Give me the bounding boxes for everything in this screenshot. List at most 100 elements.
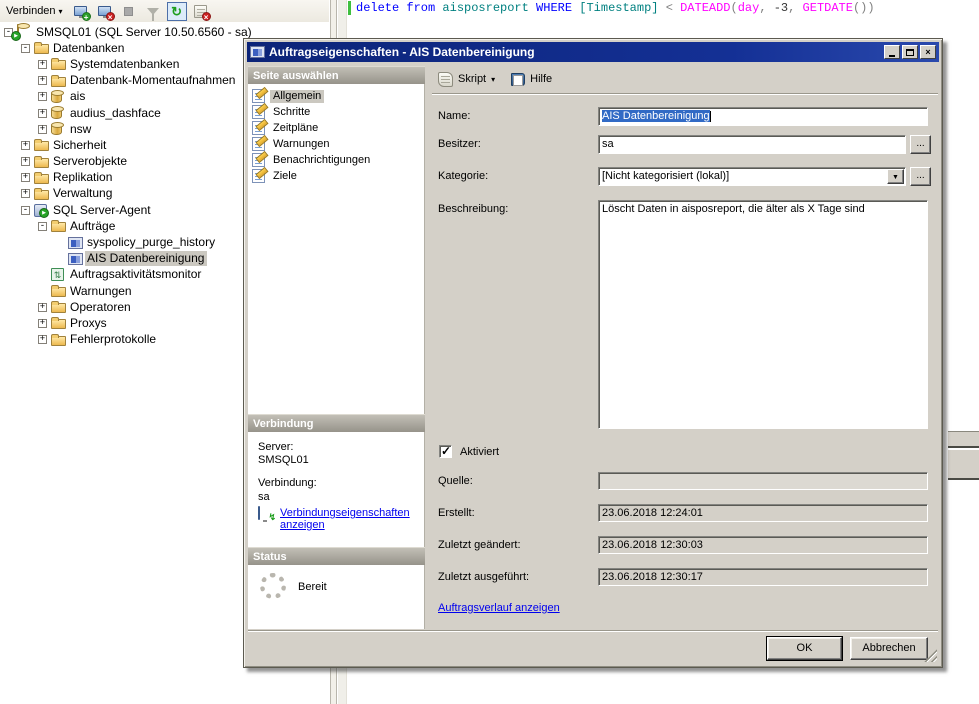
tree-item-label[interactable]: Auftragsaktivitätsmonitor <box>68 267 204 282</box>
chevron-down-icon[interactable]: ▼ <box>887 169 904 184</box>
tree-item-label[interactable]: Systemdatenbanken <box>68 57 182 72</box>
stop-button[interactable] <box>119 2 139 21</box>
help-book-icon <box>511 73 525 86</box>
minus-expander-icon[interactable]: - <box>21 44 30 53</box>
tree-item-label[interactable]: syspolicy_purge_history <box>85 235 218 250</box>
x-badge-icon: × <box>202 12 211 21</box>
tree-item-label[interactable]: Datenbank-Momentaufnahmen <box>68 73 238 88</box>
created-value: 23.06.2018 12:24:01 <box>602 507 703 519</box>
name-input[interactable]: AIS Datenbereinigung <box>598 107 928 126</box>
connect-button[interactable]: Verbinden ▾ <box>2 3 67 19</box>
text-caret <box>710 111 711 122</box>
sidebar-page-ziele[interactable]: Ziele <box>248 168 424 184</box>
plus-expander-icon[interactable]: + <box>21 141 30 150</box>
tree-item-label[interactable]: Datenbanken <box>51 41 127 56</box>
minus-expander-icon[interactable]: - <box>21 206 30 215</box>
tree-item-label[interactable]: SQL Server-Agent <box>51 203 154 218</box>
plus-expander-icon[interactable]: + <box>38 60 47 69</box>
folder-icon <box>34 42 51 54</box>
status-panel: Bereit <box>248 565 425 629</box>
tree-item-label[interactable]: Serverobjekte <box>51 154 130 169</box>
refresh-button[interactable]: ↻ <box>167 2 187 21</box>
plus-expander-icon[interactable]: + <box>38 76 47 85</box>
sidebar-page-zeitpläne[interactable]: Zeitpläne <box>248 120 424 136</box>
script-button[interactable]: Skript <box>458 73 486 85</box>
tree-item-label[interactable]: Replikation <box>51 170 115 185</box>
sql-token: -3 <box>774 1 788 15</box>
enabled-checkbox[interactable] <box>439 445 452 458</box>
disconnect-server-button[interactable]: × <box>95 2 115 21</box>
tree-item-label[interactable]: Fehlerprotokolle <box>68 332 159 347</box>
folder-icon <box>51 334 68 346</box>
sidebar-page-label[interactable]: Warnungen <box>270 138 332 151</box>
dialog-titlebar[interactable]: Auftragseigenschaften - AIS Datenbereini… <box>247 42 939 62</box>
owner-label: Besitzer: <box>438 138 481 150</box>
tree-item-label[interactable]: Aufträge <box>68 219 118 234</box>
plus-expander-icon[interactable]: + <box>21 157 30 166</box>
sidebar-page-label[interactable]: Zeitpläne <box>270 122 321 135</box>
owner-browse-button[interactable]: ... <box>910 135 931 154</box>
sidebar-page-warnungen[interactable]: Warnungen <box>248 136 424 152</box>
plus-expander-icon[interactable]: + <box>38 125 47 134</box>
job-history-link[interactable]: Auftragsverlauf anzeigen <box>438 602 560 614</box>
plus-expander-icon[interactable]: + <box>21 189 30 198</box>
sidebar-page-label[interactable]: Ziele <box>270 170 300 183</box>
tree-item-label[interactable]: nsw <box>68 122 94 137</box>
tree-item-label[interactable]: AIS Datenbereinigung <box>85 251 207 266</box>
tree-item-label[interactable]: Proxys <box>68 316 110 331</box>
page-icon <box>252 121 265 135</box>
sidebar-page-label[interactable]: Allgemein <box>270 90 324 103</box>
close-button[interactable]: × <box>920 45 936 59</box>
tree-item-label[interactable]: SMSQL01 (SQL Server 10.50.6560 - sa) <box>34 25 255 40</box>
script-report-button[interactable]: × <box>191 2 211 21</box>
sql-token: GETDATE <box>803 1 853 15</box>
description-textarea[interactable]: Löscht Daten in aisposreport, die älter … <box>598 200 928 429</box>
owner-input[interactable]: sa <box>598 135 906 154</box>
sidebar-page-allgemein[interactable]: Allgemein <box>248 88 424 104</box>
modified-label: Zuletzt geändert: <box>438 539 521 551</box>
description-value: Löscht Daten in aisposreport, die älter … <box>602 203 865 215</box>
sidebar-page-label[interactable]: Benachrichtigungen <box>270 154 373 167</box>
sql-query-line[interactable]: delete from aisposreport WHERE [Timestam… <box>356 1 875 15</box>
minimize-button[interactable] <box>884 45 900 59</box>
tree-item-label[interactable]: Operatoren <box>68 300 134 315</box>
connection-panel: Server: SMSQL01 Verbindung: sa Verbindun… <box>248 432 425 547</box>
plus-expander-icon[interactable]: + <box>38 319 47 328</box>
cancel-button[interactable]: Abbrechen <box>850 637 928 660</box>
button-row-separator <box>248 630 938 632</box>
minus-expander-icon[interactable]: - <box>38 222 47 231</box>
connect-server-button[interactable]: + <box>71 2 91 21</box>
sidebar-page-benachrichtigungen[interactable]: Benachrichtigungen <box>248 152 424 168</box>
folder-icon <box>51 317 68 329</box>
plus-expander-icon[interactable]: + <box>21 173 30 182</box>
tree-item-label[interactable]: ais <box>68 89 88 104</box>
sidebar-page-label[interactable]: Schritte <box>270 106 313 119</box>
category-browse-button[interactable]: ... <box>910 167 931 186</box>
tree-item-label[interactable]: Warnungen <box>68 284 135 299</box>
tree-item-label[interactable]: Sicherheit <box>51 138 109 153</box>
sidebar-page-schritte[interactable]: Schritte <box>248 104 424 120</box>
filter-button[interactable] <box>143 2 163 21</box>
ok-button[interactable]: OK <box>767 637 842 660</box>
folder-icon <box>51 75 68 87</box>
tree-item-label[interactable]: Verwaltung <box>51 186 115 201</box>
help-button[interactable]: Hilfe <box>530 73 552 85</box>
sql-token: aisposreport <box>442 1 536 15</box>
connection-properties-link-text[interactable]: Verbindungseigenschaften anzeigen <box>280 507 418 531</box>
server-value: SMSQL01 <box>258 454 309 466</box>
page-icon <box>252 137 265 151</box>
name-input-selected-text: AIS Datenbereinigung <box>602 110 710 122</box>
plus-expander-icon[interactable]: + <box>38 92 47 101</box>
background-panel-fragment <box>948 450 979 480</box>
toolbar-separator <box>432 93 938 95</box>
plus-expander-icon[interactable]: + <box>38 303 47 312</box>
chevron-down-icon[interactable]: ▾ <box>491 75 495 84</box>
plus-expander-icon[interactable]: + <box>38 335 47 344</box>
tree-item-label[interactable]: audius_dashface <box>68 106 164 121</box>
maximize-button[interactable] <box>902 45 918 59</box>
maximize-icon <box>906 49 914 56</box>
category-dropdown[interactable]: [Nicht kategorisiert (lokal)] ▼ <box>598 167 906 186</box>
view-connection-properties-link[interactable]: Verbindungseigenschaften anzeigen <box>258 507 418 531</box>
editor-change-bar <box>348 1 351 15</box>
plus-expander-icon[interactable]: + <box>38 109 47 118</box>
